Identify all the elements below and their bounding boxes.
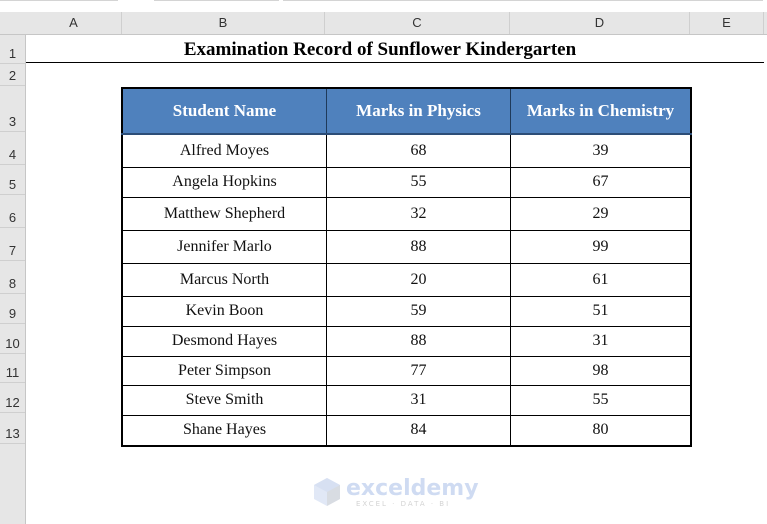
chemistry-cell[interactable]: 55 [510, 384, 692, 416]
row-header-11[interactable]: 11 [0, 354, 25, 383]
row-header-5[interactable]: 5 [0, 165, 25, 195]
physics-cell[interactable]: 88 [326, 229, 511, 264]
watermark-tagline: EXCEL · DATA · BI [356, 500, 451, 508]
table-row: Jennifer Marlo 88 99 [121, 229, 692, 264]
chemistry-cell[interactable]: 39 [510, 133, 692, 168]
table-row: Steve Smith 31 55 [121, 384, 692, 416]
tab-divider [154, 0, 279, 1]
student-name-cell[interactable]: Jennifer Marlo [121, 229, 327, 264]
student-name-cell[interactable]: Kevin Boon [121, 295, 327, 327]
column-header-c[interactable]: C [325, 12, 510, 34]
sheet-title[interactable]: Examination Record of Sunflower Kinderga… [26, 35, 764, 63]
row-header-2[interactable]: 2 [0, 64, 25, 86]
row-header-6[interactable]: 6 [0, 195, 25, 228]
row-header-1[interactable]: 1 [0, 35, 25, 64]
row-header-8[interactable]: 8 [0, 261, 25, 294]
chemistry-cell[interactable]: 67 [510, 166, 692, 198]
tab-divider [283, 0, 763, 1]
header-marks-chemistry[interactable]: Marks in Chemistry [510, 87, 692, 135]
physics-cell[interactable]: 55 [326, 166, 511, 198]
chemistry-cell[interactable]: 98 [510, 355, 692, 386]
exceldemy-logo-icon [314, 478, 340, 506]
physics-cell[interactable]: 20 [326, 262, 511, 297]
column-header-e[interactable]: E [690, 12, 764, 34]
physics-cell[interactable]: 84 [326, 414, 511, 447]
row-header-7[interactable]: 7 [0, 228, 25, 261]
table-row: Shane Hayes 84 80 [121, 414, 692, 447]
chemistry-cell[interactable]: 29 [510, 196, 692, 231]
student-name-cell[interactable]: Shane Hayes [121, 414, 327, 447]
chemistry-cell[interactable]: 51 [510, 295, 692, 327]
physics-cell[interactable]: 31 [326, 384, 511, 416]
chemistry-cell[interactable]: 31 [510, 325, 692, 357]
student-name-cell[interactable]: Steve Smith [121, 384, 327, 416]
chemistry-cell[interactable]: 80 [510, 414, 692, 447]
chemistry-cell[interactable]: 99 [510, 229, 692, 264]
physics-cell[interactable]: 77 [326, 355, 511, 386]
student-name-cell[interactable]: Desmond Hayes [121, 325, 327, 357]
table-header-row: Student Name Marks in Physics Marks in C… [121, 87, 692, 135]
table-row: Kevin Boon 59 51 [121, 295, 692, 327]
row-header-4[interactable]: 4 [0, 132, 25, 165]
column-headers: A B C D E [0, 12, 767, 35]
column-header-a[interactable]: A [26, 12, 122, 34]
column-header-d[interactable]: D [510, 12, 690, 34]
student-name-cell[interactable]: Matthew Shepherd [121, 196, 327, 231]
header-marks-physics[interactable]: Marks in Physics [326, 87, 511, 135]
table-row: Desmond Hayes 88 31 [121, 325, 692, 357]
exceldemy-watermark: exceldemy EXCEL · DATA · BI [312, 476, 479, 510]
chemistry-cell[interactable]: 61 [510, 262, 692, 297]
watermark-brand: exceldemy [346, 476, 479, 501]
top-bar [0, 0, 767, 12]
physics-cell[interactable]: 68 [326, 133, 511, 168]
row-header-10[interactable]: 10 [0, 324, 25, 354]
table-row: Marcus North 20 61 [121, 262, 692, 297]
table-row: Matthew Shepherd 32 29 [121, 196, 692, 231]
column-header-b[interactable]: B [122, 12, 325, 34]
exam-record-table: Student Name Marks in Physics Marks in C… [121, 87, 692, 447]
table-row: Peter Simpson 77 98 [121, 355, 692, 386]
student-name-cell[interactable]: Angela Hopkins [121, 166, 327, 198]
row-header-3[interactable]: 3 [0, 86, 25, 132]
tab-divider [0, 0, 118, 1]
row-header-13[interactable]: 13 [0, 413, 25, 444]
physics-cell[interactable]: 59 [326, 295, 511, 327]
header-student-name[interactable]: Student Name [121, 87, 327, 135]
table-row: Angela Hopkins 55 67 [121, 166, 692, 198]
row-headers: 1 2 3 4 5 6 7 8 9 10 11 12 13 [0, 35, 26, 524]
student-name-cell[interactable]: Marcus North [121, 262, 327, 297]
student-name-cell[interactable]: Peter Simpson [121, 355, 327, 386]
student-name-cell[interactable]: Alfred Moyes [121, 133, 327, 168]
physics-cell[interactable]: 88 [326, 325, 511, 357]
table-row: Alfred Moyes 68 39 [121, 133, 692, 168]
row-header-12[interactable]: 12 [0, 383, 25, 413]
row-header-9[interactable]: 9 [0, 294, 25, 324]
physics-cell[interactable]: 32 [326, 196, 511, 231]
